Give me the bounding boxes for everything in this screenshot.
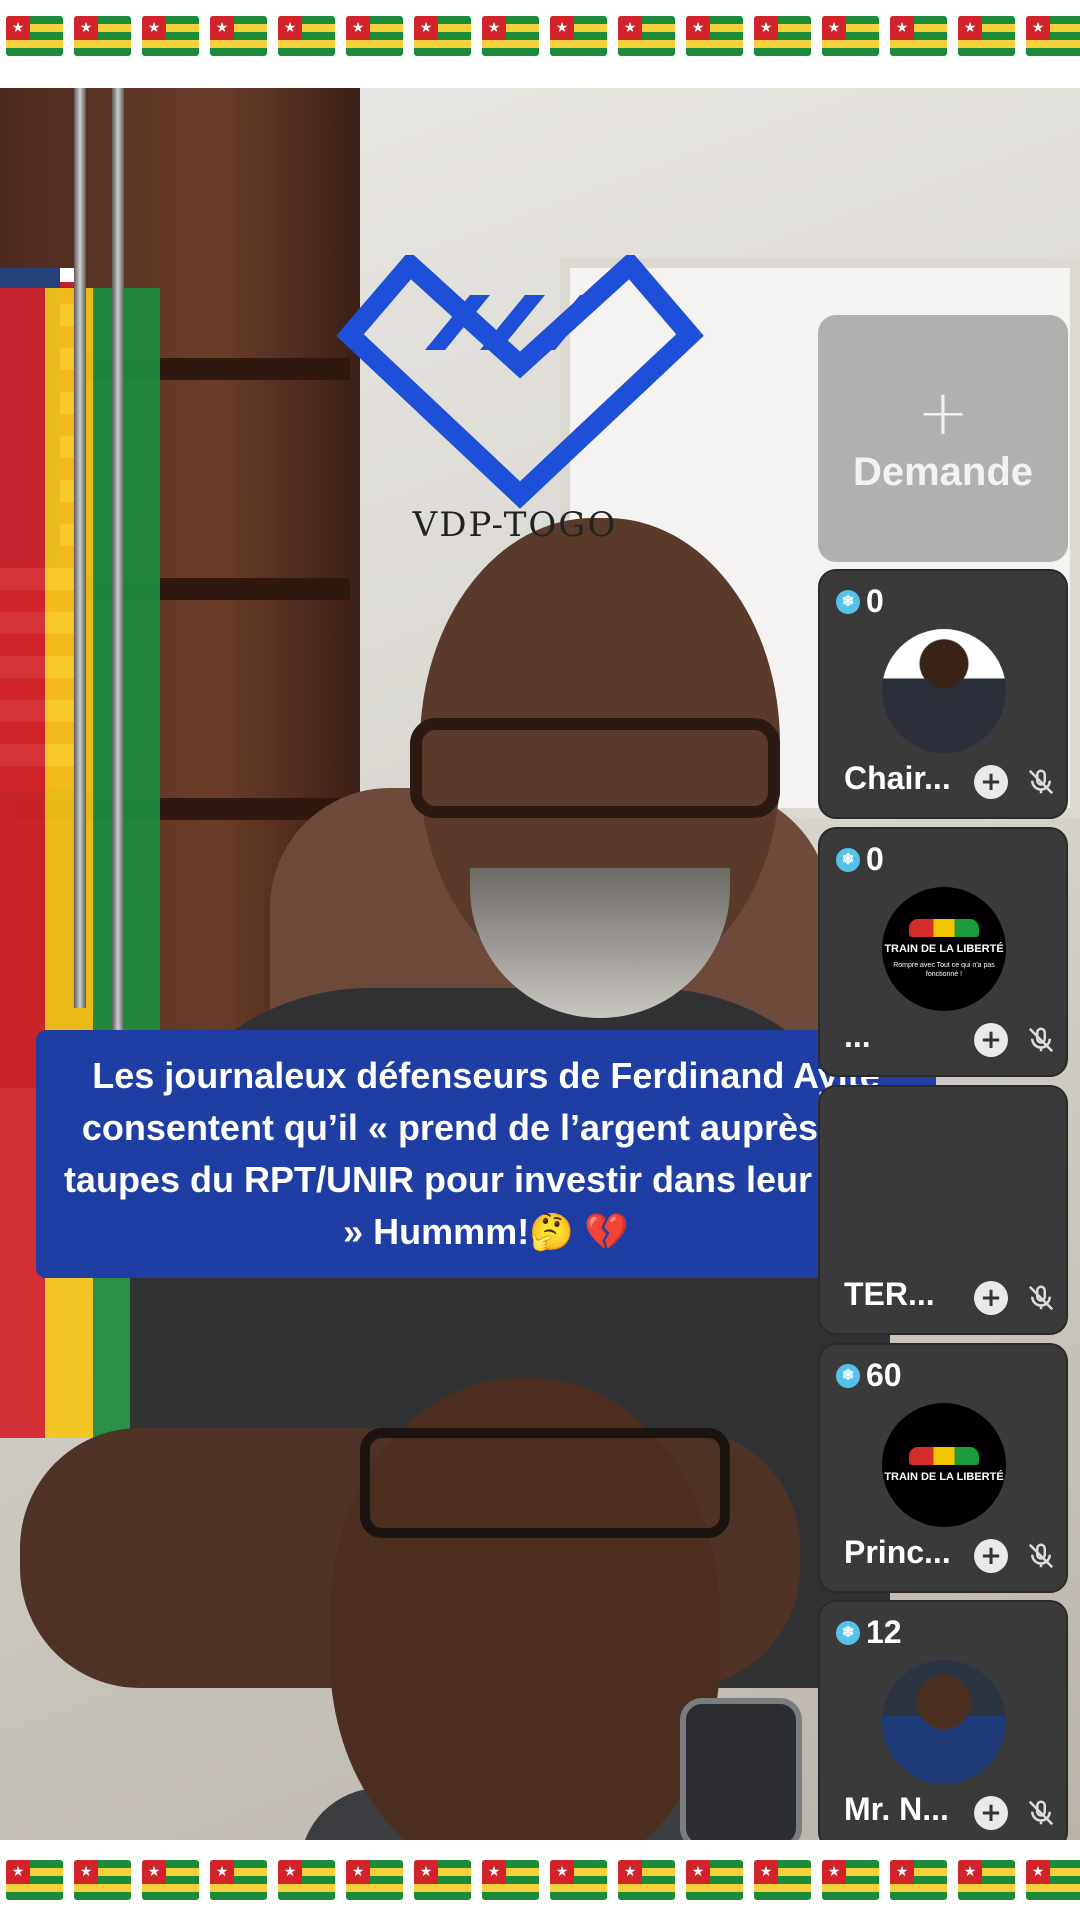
guest-avatar[interactable] [882, 629, 1006, 753]
togo-flag-icon: ★ [6, 16, 63, 56]
togo-flag-icon: ★ [74, 1860, 131, 1900]
togo-flag-icon: ★ [618, 1860, 675, 1900]
request-label: Demande [852, 450, 1034, 494]
gem-icon: ❄ [836, 1363, 860, 1388]
add-icon[interactable]: + [974, 765, 1008, 799]
guest-name: ... [844, 1018, 871, 1054]
vdp-togo-logo [336, 255, 704, 509]
togo-flag-icon: ★ [210, 1860, 267, 1900]
togo-flag-icon: ★ [754, 16, 811, 56]
train-icon [909, 1447, 979, 1465]
togo-flag-icon: ★ [142, 16, 199, 56]
mic-off-icon [1028, 1543, 1054, 1569]
togo-flag-icon: ★ [754, 1860, 811, 1900]
mic-off-icon [1028, 1800, 1054, 1826]
gift-count: ❄ 0 [836, 841, 884, 878]
togo-flag-icon: ★ [6, 1860, 63, 1900]
add-icon[interactable]: + [974, 1023, 1008, 1057]
togo-flag-icon: ★ [1026, 16, 1080, 56]
togo-flag-icon: ★ [142, 1860, 199, 1900]
guest-name: TER... [844, 1276, 935, 1312]
guest-tile[interactable]: ❄ 60 TRAIN DE LA LIBERTÉ Princ... + [818, 1343, 1068, 1593]
bottom-flag-row: ★ ★ ★ ★ ★ ★ ★ ★ ★ ★ ★ ★ ★ ★ ★ ★ [0, 1840, 1080, 1920]
request-button[interactable]: + Demande [818, 315, 1068, 562]
add-icon[interactable]: + [974, 1796, 1008, 1830]
togo-flag-icon: ★ [822, 16, 879, 56]
host-glasses [410, 718, 780, 818]
togo-flag-icon: ★ [958, 1860, 1015, 1900]
logo-title: TRAIN DE LA LIBERTÉ [884, 943, 1004, 955]
guest-tile[interactable]: TER... + [818, 1085, 1068, 1335]
train-logo-avatar[interactable]: TRAIN DE LA LIBERTÉ Rompre avec Tout ce … [882, 887, 1006, 1011]
train-logo-avatar[interactable]: TRAIN DE LA LIBERTÉ [882, 1403, 1006, 1527]
togo-flag-icon: ★ [482, 16, 539, 56]
gift-count: ❄ 60 [836, 1357, 902, 1394]
caption-banner: Les journaleux défenseurs de Ferdinand A… [36, 1030, 936, 1278]
flagpole [112, 88, 124, 1068]
togo-flag-icon: ★ [618, 16, 675, 56]
gem-icon: ❄ [836, 589, 860, 614]
train-icon [909, 919, 979, 937]
logo-subtitle: Rompre avec Tout ce qui n'a pas fonction… [893, 962, 995, 978]
guest-tile[interactable]: ❄ 12 Mr. N... + [818, 1600, 1068, 1850]
guest-tile[interactable]: ❄ 0 TRAIN DE LA LIBERTÉ Rompre avec Tout … [818, 827, 1068, 1077]
wristwatch [680, 1698, 802, 1840]
mic-off-icon [1028, 1285, 1054, 1311]
gem-icon: ❄ [836, 847, 860, 872]
guest-tile[interactable]: ❄ 0 Chair... + [818, 569, 1068, 819]
togo-flag-icon: ★ [958, 16, 1015, 56]
plus-icon: + [917, 376, 969, 449]
caption-text: Les journaleux défenseurs de Ferdinand A… [63, 1055, 909, 1252]
togo-flag-icon: ★ [686, 1860, 743, 1900]
guest-name: Chair... [844, 760, 951, 796]
togo-flag-icon: ★ [482, 1860, 539, 1900]
togo-flag-icon: ★ [822, 1860, 879, 1900]
togo-flag-icon: ★ [414, 1860, 471, 1900]
watermark-text: VDP-TOGO [412, 505, 618, 545]
add-icon[interactable]: + [974, 1281, 1008, 1315]
togo-flag-icon: ★ [210, 16, 267, 56]
togo-flag-icon: ★ [550, 16, 607, 56]
guest-glasses [360, 1428, 730, 1538]
togo-flag-icon: ★ [550, 1860, 607, 1900]
mic-off-icon [1028, 769, 1054, 795]
togo-flag-icon: ★ [278, 16, 335, 56]
togo-flag-icon: ★ [346, 1860, 403, 1900]
gift-count: ❄ 0 [836, 583, 884, 620]
togo-flag-icon: ★ [74, 16, 131, 56]
togo-flag-icon: ★ [278, 1860, 335, 1900]
guest-name: Mr. N... [844, 1791, 949, 1827]
guest-name: Princ... [844, 1534, 951, 1570]
top-flag-row: ★ ★ ★ ★ ★ ★ ★ ★ ★ ★ ★ ★ ★ ★ ★ ★ [0, 0, 1080, 72]
togo-flag-icon: ★ [890, 16, 947, 56]
mic-off-icon [1028, 1027, 1054, 1053]
guest-avatar[interactable] [882, 1660, 1006, 1784]
togo-flag-icon: ★ [414, 16, 471, 56]
togo-flag-icon: ★ [1026, 1860, 1080, 1900]
add-icon[interactable]: + [974, 1539, 1008, 1573]
gem-icon: ❄ [836, 1620, 860, 1645]
gift-count: ❄ 12 [836, 1614, 902, 1651]
logo-title: TRAIN DE LA LIBERTÉ [884, 1471, 1004, 1483]
togo-flag-icon: ★ [890, 1860, 947, 1900]
togo-flag-icon: ★ [686, 16, 743, 56]
flagpole [74, 88, 86, 1008]
togo-flag-icon: ★ [346, 16, 403, 56]
